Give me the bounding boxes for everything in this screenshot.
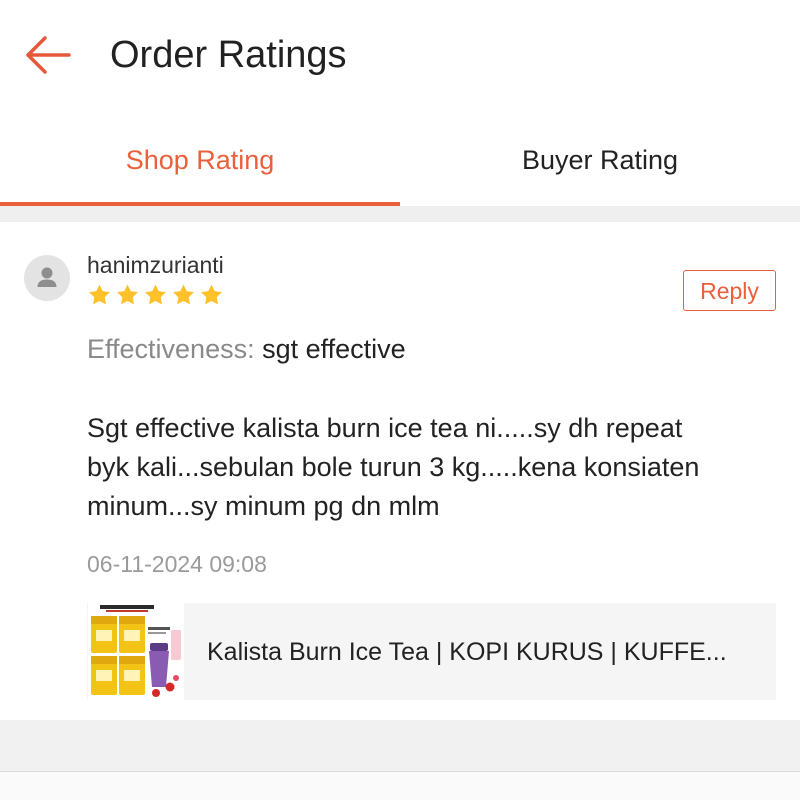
tab-label: Buyer Rating	[521, 145, 679, 175]
star-icon	[117, 284, 138, 305]
avatar[interactable]	[24, 255, 70, 301]
product-row[interactable]: Kalista Burn Ice Tea | KOPI KURUS | KUFF…	[87, 603, 776, 700]
star-icon	[145, 284, 166, 305]
person-icon	[37, 267, 57, 287]
product-banner	[100, 605, 154, 612]
review-timestamp: 06-11-2024 09:08	[87, 551, 267, 577]
list-footer-spacer	[0, 720, 800, 771]
back-button[interactable]	[20, 30, 76, 80]
reply-button[interactable]: Reply	[683, 270, 776, 311]
shaker-bottle	[149, 643, 169, 687]
review-text: Sgt effective kalista burn ice tea ni...…	[87, 409, 699, 526]
rating-card: hanimzurianti Reply Effectiveness: sgt e…	[0, 222, 800, 720]
attribute-value: sgt effective	[262, 334, 406, 364]
arrow-left-icon	[26, 36, 71, 74]
star-icon	[89, 284, 110, 305]
star-icon	[201, 284, 222, 305]
product-thumbnail	[88, 603, 184, 700]
cup	[171, 630, 181, 660]
review-text-line: minum...sy minum pg dn mlm	[87, 491, 440, 521]
attribute-line: Effectiveness: sgt effective	[87, 332, 406, 366]
review-text-line: byk kali...sebulan bole turun 3 kg.....k…	[87, 452, 700, 482]
star-icon	[173, 284, 194, 305]
attribute-label: Effectiveness:	[87, 334, 255, 364]
tab-label: Shop Rating	[125, 145, 275, 175]
product-name: Kalista Burn Ice Tea | KOPI KURUS | KUFF…	[207, 638, 727, 666]
review-text-line: Sgt effective kalista burn ice tea ni...…	[87, 413, 683, 443]
tab-buyer-rating[interactable]: Buyer Rating	[400, 130, 800, 190]
bottom-area	[0, 771, 800, 800]
page-title: Order Ratings	[110, 34, 347, 76]
star-rating	[87, 283, 224, 308]
product-image	[88, 603, 184, 700]
username: hanimzurianti	[87, 252, 224, 278]
order-ratings-screen: Order Ratings Shop Rating Buyer Rating h…	[0, 0, 800, 800]
tab-shop-rating[interactable]: Shop Rating	[0, 130, 400, 190]
section-divider	[0, 206, 800, 222]
